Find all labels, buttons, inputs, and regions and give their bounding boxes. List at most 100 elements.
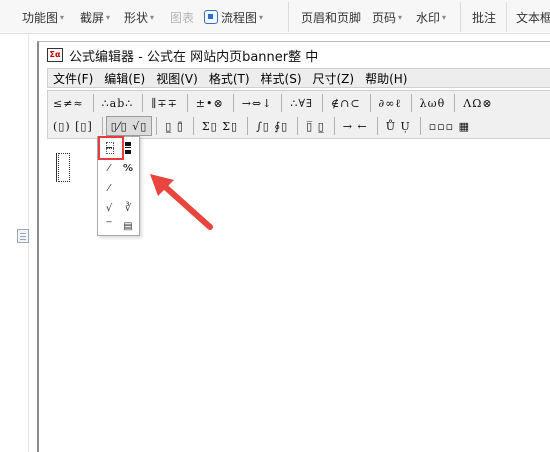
small-slash-fraction-template[interactable]: %: [120, 160, 136, 176]
ribbon-separator: [460, 2, 461, 32]
fence-templates-button[interactable]: (▯) [▯]: [48, 116, 98, 136]
subscript-templates-button[interactable]: ▯̲ ▯̄: [160, 116, 189, 136]
toolbar-separator: [410, 94, 412, 112]
equation-editor-app-icon: Σα: [47, 48, 63, 62]
equation-input-slot[interactable]: [56, 153, 70, 182]
ribbon-label: 页码: [372, 10, 397, 25]
equation-editor-titlebar[interactable]: Σα 公式编辑器 - 公式在 网站内页banner整 中: [39, 42, 550, 68]
greek-lower-palette-button[interactable]: λωθ: [415, 93, 451, 113]
ribbon-functional-graph-button[interactable]: 功能图 ▾: [22, 9, 64, 25]
ribbon-label: 流程图: [221, 10, 258, 25]
matrix-templates-button[interactable]: ▫▫▫ ▦: [424, 116, 475, 136]
fraction-radical-templates-button[interactable]: ▯⁄▯ √▯: [105, 116, 153, 136]
ribbon-comment-button[interactable]: 批注: [472, 9, 496, 25]
menu-bar: 文件(F) 编辑(E) 视图(V) 格式(T) 样式(S) 尺寸(Z) 帮助(H…: [47, 68, 550, 88]
ribbon-label: 形状: [124, 10, 149, 25]
document-icon[interactable]: [17, 229, 29, 243]
toolbar-separator: [321, 94, 323, 112]
nth-root-template[interactable]: ∛: [120, 200, 136, 216]
annotation-arrow-icon: [150, 174, 213, 230]
toolbar-separator: [156, 117, 158, 135]
toolbar-separator: [192, 117, 194, 135]
arrows-palette-button[interactable]: →⇔↓: [237, 93, 278, 113]
ribbon-textbox-button[interactable]: 文本框: [516, 9, 550, 25]
toolbar-separator: [454, 94, 456, 112]
square-root-label: √: [105, 202, 113, 214]
operators-palette-button[interactable]: ±•⊗: [191, 93, 229, 113]
long-division-alt-template[interactable]: ▤: [120, 218, 136, 234]
toolbar-separator: [297, 117, 299, 135]
chevron-down-icon: ▾: [60, 12, 65, 22]
toolbar-separator: [419, 117, 421, 135]
long-division-template[interactable]: ‾: [101, 218, 117, 234]
symbol-palette-row: ≤≠≈ ∴ab∴ ∥∓∓ ±•⊗ →⇔↓ ∴∀∃ ∉∩⊂ ∂∞ℓ λωθ ΛΩ⊗: [48, 92, 499, 114]
menu-size[interactable]: 尺寸(Z): [308, 70, 361, 87]
baseline-slash-template[interactable]: ⁄: [101, 180, 117, 196]
menu-file[interactable]: 文件(F): [48, 70, 99, 87]
menu-style[interactable]: 样式(S): [256, 70, 308, 87]
ribbon-chart-button[interactable]: 图表: [170, 9, 194, 25]
ribbon-label: 功能图: [22, 10, 59, 25]
chevron-down-icon: ▾: [398, 12, 403, 22]
integral-templates-button[interactable]: ∫▯ ∮▯: [251, 116, 293, 136]
ribbon-shapes-button[interactable]: 形状 ▾: [124, 9, 154, 25]
toolbar-separator: [376, 117, 378, 135]
greek-upper-palette-button[interactable]: ΛΩ⊗: [458, 93, 497, 113]
misc-symbols-palette-button[interactable]: ∂∞ℓ: [374, 93, 407, 113]
products-templates-button[interactable]: Ů Ụ: [381, 116, 416, 136]
menu-edit[interactable]: 编辑(E): [99, 70, 151, 87]
slash-fraction-label: ⁄: [108, 162, 110, 174]
highlight-box: [98, 136, 124, 160]
percent-slash-label: %: [122, 162, 134, 174]
square-root-template[interactable]: √: [101, 200, 117, 216]
logic-palette-button[interactable]: ∴∀∃: [285, 93, 318, 113]
labeled-arrow-templates-button[interactable]: → ←: [338, 116, 373, 136]
slash-fraction-template[interactable]: ⁄: [101, 160, 117, 176]
chevron-down-icon: ▾: [442, 12, 447, 22]
baseline-slash-label: ⁄: [108, 182, 110, 194]
toolbar-separator: [247, 117, 249, 135]
ribbon-watermark-button[interactable]: 水印 ▾: [416, 9, 446, 25]
chevron-down-icon: ▾: [150, 12, 155, 22]
long-division-label: ‾: [106, 220, 112, 232]
toolbar-separator: [281, 94, 283, 112]
ribbon-page-number-button[interactable]: 页码 ▾: [372, 9, 402, 25]
chevron-down-icon: ▾: [259, 12, 264, 22]
template-palette-row: (▯) [▯] ▯⁄▯ √▯ ▯̲ ▯̄ Σ▯ Σ▯ ∫▯ ∮▯ ▯̅ ▯̲ →…: [48, 115, 476, 137]
document-edge: [28, 34, 29, 452]
ribbon-flowchart-button[interactable]: 流程图 ▾: [204, 9, 263, 25]
embellishments-palette-button[interactable]: ∥∓∓: [146, 93, 183, 113]
ribbon-label: 截屏: [80, 10, 105, 25]
ribbon-label: 水印: [416, 10, 441, 25]
screen: 功能图 ▾ 截屏 ▾ 形状 ▾ 图表 流程图 ▾ 页眉和页脚 页码 ▾ 水印 ▾ 批注 文本…: [0, 0, 550, 452]
toolbar-separator: [142, 94, 144, 112]
toolbar-separator: [92, 94, 94, 112]
chevron-down-icon: ▾: [106, 12, 111, 22]
window-title: 公式编辑器 - 公式在 网站内页banner整 中: [69, 49, 319, 65]
relations-palette-button[interactable]: ≤≠≈: [48, 93, 89, 113]
ribbon-label: 页眉和页脚: [301, 10, 362, 25]
set-theory-palette-button[interactable]: ∉∩⊂: [326, 93, 366, 113]
fraction-bold-icon: [125, 142, 131, 154]
toolbar-separator: [333, 117, 335, 135]
toolbar-separator: [186, 94, 188, 112]
menu-view[interactable]: 视图(V): [151, 70, 204, 87]
host-ribbon: 功能图 ▾ 截屏 ▾ 形状 ▾ 图表 流程图 ▾ 页眉和页脚 页码 ▾ 水印 ▾ 批注 文本…: [0, 0, 550, 34]
symbol-toolbar: ≤≠≈ ∴ab∴ ∥∓∓ ±•⊗ →⇔↓ ∴∀∃ ∉∩⊂ ∂∞ℓ λωθ ΛΩ⊗: [47, 90, 550, 139]
summation-templates-button[interactable]: Σ▯ Σ▯: [197, 116, 243, 136]
ribbon-separator: [288, 2, 289, 32]
toolbar-separator: [101, 117, 103, 135]
menu-help[interactable]: 帮助(H): [360, 70, 413, 87]
toolbar-separator: [232, 94, 234, 112]
overbar-templates-button[interactable]: ▯̅ ▯̲: [301, 116, 330, 136]
toolbar-separator: [369, 94, 371, 112]
equation-editor-window: Σα 公式编辑器 - 公式在 网站内页banner整 中 文件(F) 编辑(E)…: [37, 41, 550, 452]
spaces-palette-button[interactable]: ∴ab∴: [97, 93, 139, 113]
ribbon-header-footer-button[interactable]: 页眉和页脚: [301, 9, 361, 25]
menu-format[interactable]: 格式(T): [204, 70, 256, 87]
nth-root-label: ∛: [124, 202, 132, 214]
long-division-alt-label: ▤: [123, 220, 133, 232]
flowchart-icon: [204, 10, 218, 24]
ribbon-screenshot-button[interactable]: 截屏 ▾: [80, 9, 110, 25]
ribbon-label: 批注: [472, 10, 497, 25]
